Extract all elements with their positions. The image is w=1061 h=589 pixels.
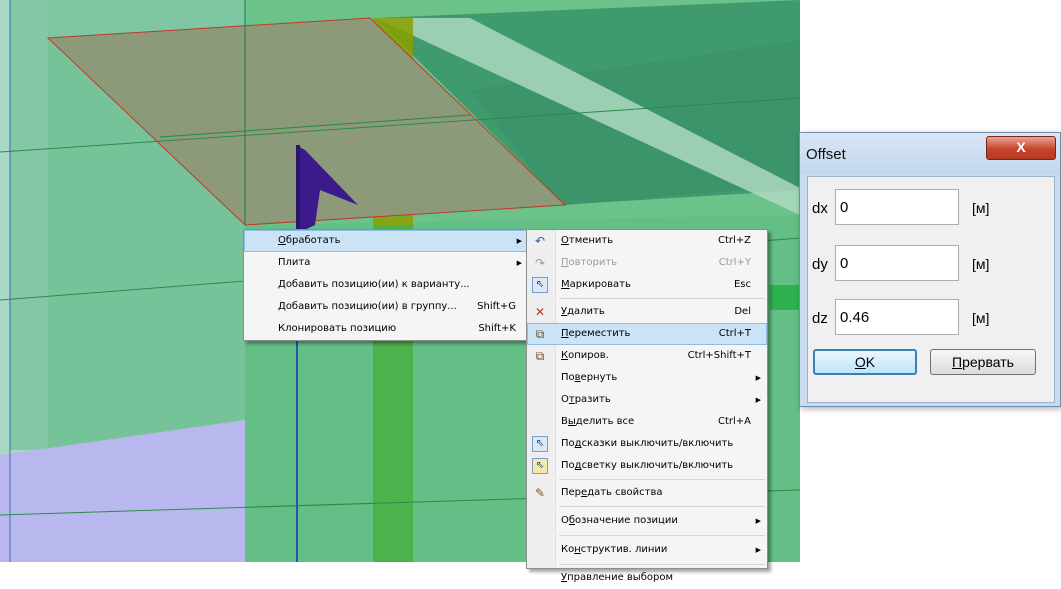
dz-label: dz — [812, 310, 828, 327]
submenu-arrow-icon: ▶ — [755, 374, 761, 382]
menu-item-mark[interactable]: ⇖ Маркировать Esc — [527, 274, 767, 296]
menu-item-construction-lines[interactable]: Конструктив. линии ▶ — [527, 538, 767, 562]
menu-item-clone-position[interactable]: Клонировать позицию Shift+K — [244, 318, 528, 340]
process-submenu: ↶ Отменить Ctrl+Z ↷ Повторить Ctrl+Y ⇖ М… — [526, 229, 768, 583]
cancel-button[interactable]: Прервать — [930, 349, 1036, 375]
close-icon: X — [1016, 139, 1026, 155]
menu-separator — [559, 506, 765, 507]
delete-icon: ✕ — [534, 305, 546, 319]
dx-label: dx — [812, 200, 828, 217]
menu-item-position-designation[interactable]: Обозначение позиции ▶ — [527, 509, 767, 533]
dy-label: dy — [812, 256, 828, 273]
menu-item-process[interactable]: Обработать ▶ — [244, 230, 528, 252]
menu-item-select-all[interactable]: Выделить все Ctrl+A — [527, 411, 767, 433]
close-button[interactable]: X — [986, 136, 1056, 160]
redo-icon: ↷ — [534, 256, 546, 270]
submenu-arrow-icon: ▶ — [516, 259, 522, 267]
move-icon: ⧉ — [535, 327, 545, 341]
submenu-arrow-icon: ▶ — [755, 396, 761, 404]
menu-item-plate[interactable]: Плита ▶ — [244, 252, 528, 274]
menu-item-move[interactable]: ⧉ Переместить Ctrl+T — [527, 323, 767, 345]
highlight-toggle-icon: ⇖ — [532, 458, 548, 474]
menu-item-rotate[interactable]: Повернуть ▶ — [527, 367, 767, 389]
submenu-arrow-icon: ▶ — [755, 517, 761, 525]
menu-separator — [559, 298, 765, 299]
menu-item-redo[interactable]: ↷ Повторить Ctrl+Y — [527, 252, 767, 274]
menu-item-transfer-properties[interactable]: ✎ Передать свойства — [527, 482, 767, 504]
tooltip-toggle-icon: ⇖ — [532, 436, 548, 452]
dialog-titlebar[interactable]: Offset X — [800, 133, 1060, 175]
menu-item-mirror[interactable]: Отразить ▶ — [527, 389, 767, 411]
submenu-arrow-icon: ▶ — [755, 546, 761, 554]
offset-dialog: Offset X dx [м] dy [м] dz [м] OK Прерват… — [799, 132, 1061, 407]
dz-input[interactable] — [835, 299, 959, 335]
select-cursor-icon: ⇖ — [532, 277, 548, 293]
dialog-body: dx [м] dy [м] dz [м] OK Прервать — [807, 176, 1055, 403]
dz-unit: [м] — [972, 310, 990, 326]
submenu-arrow-icon: ▶ — [516, 237, 522, 245]
menu-item-add-to-group[interactable]: Добавить позицию(ии) в группу... Shift+G — [244, 296, 528, 318]
context-menu: Обработать ▶ Плита ▶ Добавить позицию(ии… — [243, 229, 529, 341]
menu-item-selection-control[interactable]: Управление выбором — [527, 567, 767, 589]
dx-input[interactable] — [835, 189, 959, 225]
dialog-title: Offset — [806, 146, 846, 163]
copy-icon: ⧉ — [535, 349, 545, 363]
menu-item-toggle-tooltips[interactable]: ⇖ Подсказки выключить/включить — [527, 433, 767, 455]
ok-button[interactable]: OK — [813, 349, 917, 375]
menu-separator — [559, 535, 765, 536]
dx-unit: [м] — [972, 200, 990, 216]
transfer-properties-icon: ✎ — [534, 486, 546, 500]
undo-icon: ↶ — [534, 234, 546, 248]
menu-item-undo[interactable]: ↶ Отменить Ctrl+Z — [527, 230, 767, 252]
menu-separator — [559, 479, 765, 480]
menu-item-add-to-variant[interactable]: Добавить позицию(ии) к варианту... — [244, 274, 528, 296]
menu-item-copy[interactable]: ⧉ Копиров. Ctrl+Shift+T — [527, 345, 767, 367]
menu-item-toggle-highlight[interactable]: ⇖ Подсветку выключить/включить — [527, 455, 767, 477]
menu-separator — [559, 564, 765, 565]
menu-item-delete[interactable]: ✕ Удалить Del — [527, 301, 767, 323]
dy-unit: [м] — [972, 256, 990, 272]
dy-input[interactable] — [835, 245, 959, 281]
